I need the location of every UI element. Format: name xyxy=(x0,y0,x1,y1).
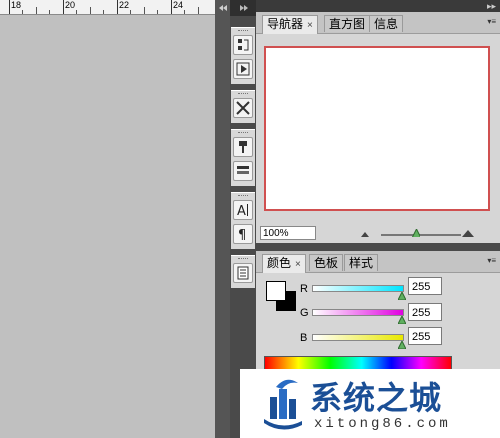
red-slider[interactable] xyxy=(312,285,404,292)
tool-group xyxy=(231,129,255,186)
panel-menu-icon[interactable]: ▾≡ xyxy=(482,256,496,266)
tab-label: 色板 xyxy=(314,256,339,270)
color-tabbar: 颜色 × 色板 样式 ▾≡ xyxy=(256,251,500,273)
tool-group xyxy=(231,255,255,288)
ruler-tick xyxy=(76,10,77,14)
ruler-tick xyxy=(103,10,104,14)
tool-group xyxy=(231,90,255,123)
grip-icon[interactable] xyxy=(238,195,248,198)
blue-value-input[interactable]: 255 xyxy=(408,327,442,345)
paragraph-icon[interactable]: ¶ xyxy=(233,224,253,244)
zoom-in-icon[interactable] xyxy=(461,228,475,238)
navigator-panel: ▸▸ 导航器 × 直方图 信息 ▾≡ 100% xyxy=(256,0,500,243)
blue-slider-thumb[interactable] xyxy=(398,341,406,349)
collapse-arrows-icon[interactable]: ▸▸ xyxy=(487,0,496,12)
close-icon[interactable]: × xyxy=(307,20,313,31)
ruler-tick xyxy=(144,7,145,14)
grip-icon[interactable] xyxy=(238,30,248,33)
navigator-tabbar: 导航器 × 直方图 信息 ▾≡ xyxy=(256,12,500,34)
tab-navigator[interactable]: 导航器 × xyxy=(262,15,318,34)
ruler-tick xyxy=(63,0,64,14)
ruler-tick xyxy=(130,10,131,14)
blue-slider[interactable] xyxy=(312,334,404,341)
navigator-preview[interactable] xyxy=(264,46,490,211)
collapse-arrows-icon[interactable] xyxy=(215,0,230,16)
dock-divider[interactable] xyxy=(215,0,230,438)
tab-label: 直方图 xyxy=(329,17,366,31)
watermark-title: 系统之城 xyxy=(310,379,443,417)
tool-presets-icon[interactable] xyxy=(233,98,253,118)
zoom-out-icon[interactable] xyxy=(360,230,370,238)
strip-header[interactable] xyxy=(230,0,256,16)
channel-label-b: B xyxy=(300,332,308,344)
document-canvas[interactable] xyxy=(0,0,215,438)
tool-group xyxy=(231,27,255,84)
grip-icon[interactable] xyxy=(238,258,248,261)
ruler-tick xyxy=(22,10,23,14)
watermark-url: xitong86.com xyxy=(314,416,451,432)
tab-styles[interactable]: 样式 xyxy=(344,254,379,271)
tab-label: 导航器 xyxy=(267,17,304,31)
notes-icon[interactable] xyxy=(233,263,253,283)
green-value-input[interactable]: 255 xyxy=(408,303,442,321)
foreground-color-swatch[interactable] xyxy=(266,281,286,301)
history-icon[interactable] xyxy=(233,35,253,55)
layer-comps-icon[interactable] xyxy=(233,161,253,181)
panel-title-bar[interactable]: ▸▸ xyxy=(256,0,500,12)
red-slider-thumb[interactable] xyxy=(398,292,406,300)
ruler-tick xyxy=(171,0,172,14)
panel-title-bar[interactable] xyxy=(256,243,500,251)
channel-label-g: G xyxy=(300,307,309,319)
ruler-tick xyxy=(198,7,199,14)
clone-source-icon[interactable] xyxy=(233,137,253,157)
watermark-logo xyxy=(264,379,302,430)
tab-color[interactable]: 颜色 × xyxy=(262,254,306,273)
green-slider-thumb[interactable] xyxy=(398,316,406,324)
ruler-tick xyxy=(36,7,37,14)
ruler-label: 22 xyxy=(119,0,130,10)
ruler-tick xyxy=(9,0,10,14)
actions-icon[interactable] xyxy=(233,59,253,79)
zoom-slider-thumb[interactable] xyxy=(412,229,420,237)
tab-label: 信息 xyxy=(374,17,399,31)
ruler-tick xyxy=(184,10,185,14)
zoom-slider[interactable] xyxy=(381,234,461,236)
ruler-tick xyxy=(90,7,91,14)
svg-text:A: A xyxy=(237,204,246,219)
ruler-label: 18 xyxy=(11,0,22,10)
horizontal-ruler[interactable]: 18 20 22 24 xyxy=(0,0,215,15)
tab-info[interactable]: 信息 xyxy=(369,15,404,32)
grip-icon[interactable] xyxy=(238,93,248,96)
tab-label: 颜色 xyxy=(267,256,292,270)
tab-label: 样式 xyxy=(349,256,374,270)
watermark: 系统之城 xitong86.com xyxy=(240,369,500,438)
panel-menu-icon[interactable]: ▾≡ xyxy=(482,17,496,27)
channel-label-r: R xyxy=(300,283,308,295)
ruler-label: 24 xyxy=(173,0,184,10)
ruler-tick xyxy=(117,0,118,14)
tab-swatches[interactable]: 色板 xyxy=(309,254,344,271)
ruler-tick xyxy=(49,10,50,14)
green-slider[interactable] xyxy=(312,309,404,316)
close-icon[interactable]: × xyxy=(295,259,301,270)
tab-histogram[interactable]: 直方图 xyxy=(324,15,371,32)
svg-text:¶: ¶ xyxy=(238,228,246,243)
tool-group: A ¶ xyxy=(231,192,255,249)
character-icon[interactable]: A xyxy=(233,200,253,220)
ruler-label: 20 xyxy=(65,0,76,10)
expand-arrows-icon[interactable] xyxy=(230,0,256,16)
grip-icon[interactable] xyxy=(238,132,248,135)
red-value-input[interactable]: 255 xyxy=(408,277,442,295)
ruler-tick xyxy=(157,10,158,14)
zoom-input[interactable]: 100% xyxy=(260,226,316,240)
